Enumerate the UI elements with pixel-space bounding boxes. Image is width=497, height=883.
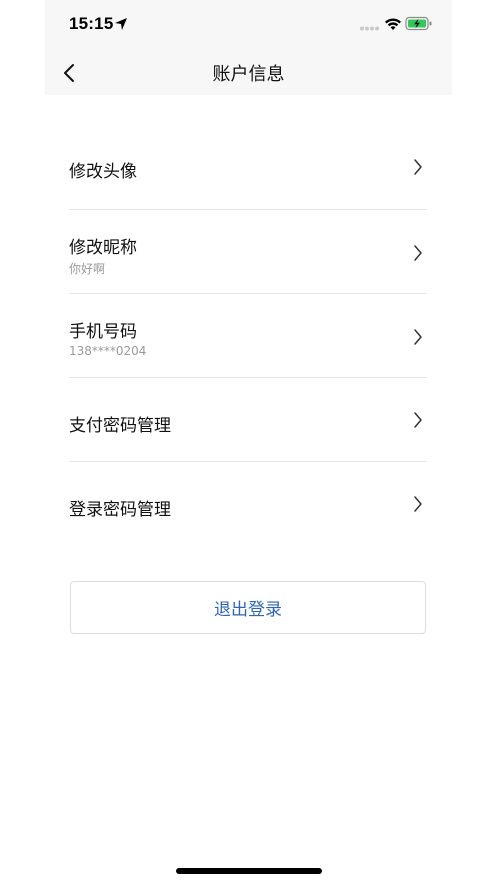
settings-list: 修改头像 修改昵称 你好啊 手机号码 138****0204 支付密码管理 登录… [69,126,427,546]
menu-item-label: 手机号码 [69,322,137,342]
chevron-right-icon [414,245,422,261]
phone-screen: 15:15 账户信息 修改头像 修改昵称 你好啊 手机号码 138****020… [45,0,452,883]
menu-item-login-password[interactable]: 登录密码管理 [69,462,427,546]
menu-item-subtext: 你好啊 [69,262,106,276]
menu-item-payment-password[interactable]: 支付密码管理 [69,378,427,462]
menu-item-change-nickname[interactable]: 修改昵称 你好啊 [69,210,427,294]
chevron-right-icon [414,496,422,512]
chevron-right-icon [414,412,422,428]
logout-button[interactable]: 退出登录 [70,581,426,634]
menu-item-phone-number[interactable]: 手机号码 138****0204 [69,294,427,378]
page-title: 账户信息 [212,64,285,85]
wifi-icon [385,18,401,30]
top-bar: 15:15 账户信息 [45,0,452,95]
menu-item-label: 修改昵称 [69,238,137,258]
menu-item-subtext: 138****0204 [69,344,147,358]
signal-icon [360,26,379,31]
chevron-right-icon [414,159,422,175]
battery-charging-icon [405,16,432,31]
menu-item-label: 登录密码管理 [69,500,171,520]
home-indicator [176,868,322,874]
menu-item-label: 修改头像 [69,162,137,182]
menu-item-change-avatar[interactable]: 修改头像 [69,126,427,210]
menu-item-label: 支付密码管理 [69,416,171,436]
location-arrow-icon [115,18,127,30]
status-time: 15:15 [69,14,114,33]
chevron-right-icon [414,329,422,345]
